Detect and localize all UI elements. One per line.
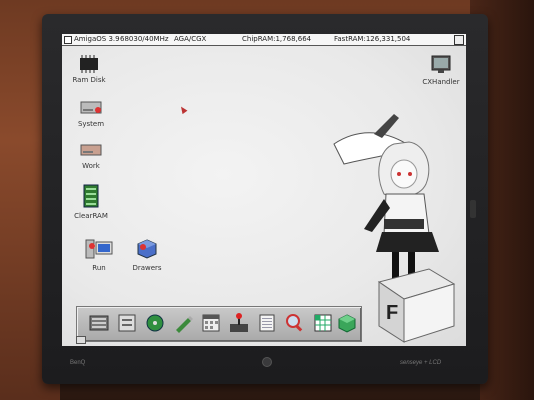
dock-item-magnifier[interactable] (283, 311, 307, 335)
disk-icon (146, 314, 164, 332)
icon-label: Ram Disk (72, 76, 106, 84)
depth-gadget-icon[interactable] (454, 35, 464, 45)
power-button[interactable] (262, 357, 272, 367)
ram-chip-icon (80, 55, 98, 73)
chipset-info: AGA/CGX (174, 35, 207, 43)
dock-item-cube[interactable] (335, 311, 359, 335)
dock-item-tower[interactable] (87, 311, 111, 335)
desktop-icon-system[interactable]: System (68, 98, 114, 128)
notes-icon (259, 314, 275, 332)
cubes-icon (137, 239, 157, 259)
circuit-board-icon (83, 184, 99, 208)
fastram-readout: FastRAM:126,331,504 (334, 35, 411, 43)
bezel-brand-logo: BenQ (70, 360, 86, 366)
bezel-brand-text: senseye + LCD (400, 360, 442, 366)
dock-item-calendar[interactable] (199, 311, 223, 335)
dock-item-document[interactable] (115, 311, 139, 335)
dock-item-joystick[interactable] (227, 311, 251, 335)
desktop-icon-run[interactable]: Run (76, 238, 122, 272)
cpu-info: 68030/40MHz (120, 35, 169, 43)
icon-label: Work (82, 162, 100, 170)
pen-icon (176, 316, 193, 333)
mouse-pointer (178, 104, 188, 115)
icon-label: System (77, 120, 105, 128)
icon-label: ClearRAM (74, 212, 108, 220)
dock-item-notes[interactable] (255, 311, 279, 335)
application-dock (76, 306, 362, 342)
computer-icon (85, 239, 113, 259)
dock-item-disk[interactable] (143, 311, 167, 335)
magnifier-icon (286, 314, 303, 332)
dock-item-pen[interactable] (171, 311, 195, 335)
joystick-icon (230, 313, 248, 332)
desktop-icon-drawers[interactable]: Drawers (124, 238, 170, 272)
calendar-icon (202, 314, 220, 332)
dock-drag-handle[interactable] (76, 336, 86, 344)
desktop-icon-ram-disk[interactable]: Ram Disk (66, 54, 112, 84)
hard-drive-icon (80, 144, 102, 156)
os-version: AmigaOS 3.9 (74, 35, 120, 43)
icon-label: Drawers (132, 264, 162, 272)
tower-icon (89, 315, 109, 331)
icon-label: Run (92, 264, 106, 272)
monitor-side-button (470, 200, 476, 218)
cube-icon (338, 314, 356, 333)
dock-item-grid[interactable] (311, 311, 335, 335)
desktop-icon-cxhandler[interactable]: CXHandler (418, 54, 464, 86)
hard-drive-icon (80, 101, 102, 114)
chipram-readout: ChipRAM:1,768,664 (242, 35, 312, 43)
grid-icon (314, 314, 332, 332)
workbench-title-bar[interactable]: AmigaOS 3.9 68030/40MHz AGA/CGX ChipRAM:… (62, 34, 466, 46)
cube-letter: F (386, 302, 398, 324)
desktop-icon-clearram[interactable]: ClearRAM (68, 184, 114, 220)
icon-label: CXHandler (422, 78, 460, 86)
desktop-icon-work[interactable]: Work (68, 140, 114, 170)
document-icon (118, 314, 136, 332)
monitor-icon (431, 55, 451, 73)
amiga-workbench-screen: AmigaOS 3.9 68030/40MHz AGA/CGX ChipRAM:… (62, 34, 466, 346)
close-gadget-icon[interactable] (64, 36, 72, 44)
